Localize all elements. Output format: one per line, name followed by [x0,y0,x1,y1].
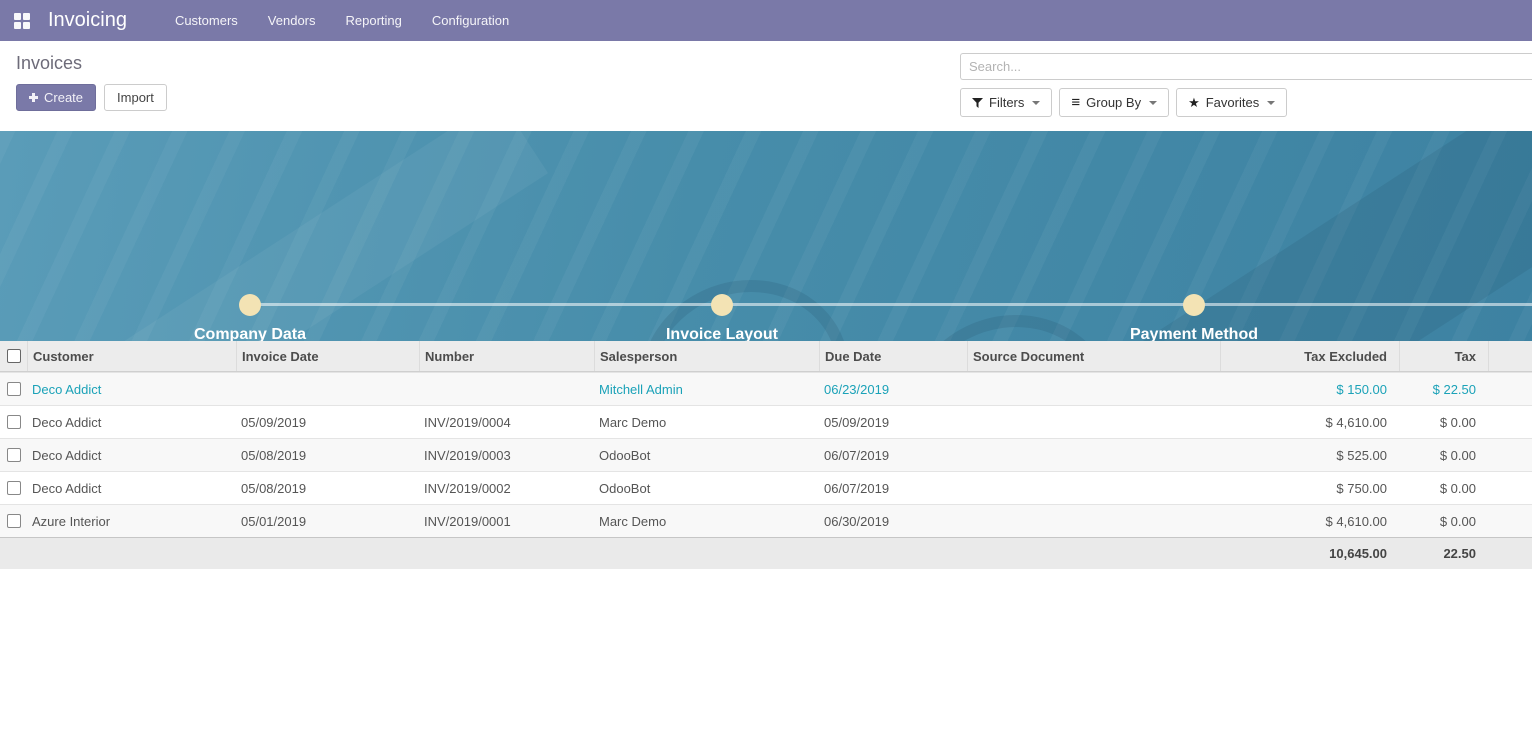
nav-item-reporting[interactable]: Reporting [346,13,402,28]
invoice-list: Customer Invoice Date Number Salesperson… [0,341,1532,569]
select-all-checkbox[interactable] [7,349,21,363]
step-dot [239,294,261,316]
invoice-row[interactable]: Azure Interior 05/01/2019 INV/2019/0001 … [0,504,1532,537]
invoice-row[interactable]: Deco Addict 05/08/2019 INV/2019/0003 Odo… [0,438,1532,471]
favorites-button[interactable]: ★ Favorites [1176,88,1287,117]
onboarding-step-company-data: Company Data Set your company's data for… [90,326,410,341]
cell-tax-excluded: $ 525.00 [1220,448,1399,463]
cell-number: INV/2019/0001 [419,514,594,529]
col-header-number[interactable]: Number [419,341,594,371]
row-checkbox[interactable] [7,448,21,462]
chevron-down-icon [1032,101,1040,105]
cell-invoice-date: 05/09/2019 [236,415,419,430]
cell-salesperson: Marc Demo [594,514,819,529]
control-panel: Invoices Create Import Filters ≡ Group B… [0,41,1532,131]
cell-tax: $ 0.00 [1399,481,1488,496]
onboarding-banner: Company Data Set your company's data for… [0,131,1532,341]
group-by-button[interactable]: ≡ Group By [1059,88,1169,117]
cell-tax-excluded: $ 150.00 [1220,382,1399,397]
cell-customer: Deco Addict [27,415,236,430]
cell-tax-excluded: $ 4,610.00 [1220,415,1399,430]
row-checkbox[interactable] [7,415,21,429]
cell-customer: Azure Interior [27,514,236,529]
total-tax: 22.50 [1399,546,1488,561]
step-dot [1183,294,1205,316]
top-navbar: Invoicing Customers Vendors Reporting Co… [0,0,1532,41]
row-checkbox[interactable] [7,514,21,528]
chevron-down-icon [1267,101,1275,105]
col-header-invoice-date[interactable]: Invoice Date [236,341,419,371]
cell-customer: Deco Addict [27,382,236,397]
cell-number: INV/2019/0004 [419,415,594,430]
cell-tax: $ 0.00 [1399,415,1488,430]
cell-number: INV/2019/0003 [419,448,594,463]
col-header-customer[interactable]: Customer [27,341,236,371]
cell-due-date: 05/09/2019 [819,415,967,430]
create-button[interactable]: Create [16,84,96,111]
cell-salesperson: OdooBot [594,481,819,496]
invoice-row[interactable]: Deco Addict Mitchell Admin 06/23/2019 $ … [0,372,1532,405]
col-header-salesperson[interactable]: Salesperson [594,341,819,371]
import-button[interactable]: Import [104,84,167,111]
invoice-row[interactable]: Deco Addict 05/08/2019 INV/2019/0002 Odo… [0,471,1532,504]
nav-item-configuration[interactable]: Configuration [432,13,509,28]
plus-icon [29,93,38,102]
cell-invoice-date: 05/08/2019 [236,481,419,496]
list-footer-row: 10,645.00 22.50 [0,537,1532,569]
filters-button[interactable]: Filters [960,88,1052,117]
cell-tax-excluded: $ 4,610.00 [1220,514,1399,529]
cell-number: INV/2019/0002 [419,481,594,496]
search-input[interactable] [960,53,1532,80]
group-by-icon: ≡ [1071,95,1080,110]
onboarding-step-payment-method: Payment Method Configure your payment me… [1034,326,1354,341]
onboarding-progress-line [250,303,1532,306]
row-checkbox[interactable] [7,382,21,396]
list-header-row: Customer Invoice Date Number Salesperson… [0,341,1532,372]
star-icon: ★ [1188,96,1200,109]
cell-due-date: 06/23/2019 [819,382,967,397]
row-checkbox[interactable] [7,481,21,495]
col-header-due-date[interactable]: Due Date [819,341,967,371]
cell-tax-excluded: $ 750.00 [1220,481,1399,496]
cell-due-date: 06/07/2019 [819,448,967,463]
invoice-row[interactable]: Deco Addict 05/09/2019 INV/2019/0004 Mar… [0,405,1532,438]
apps-grid-icon[interactable] [14,13,30,29]
app-brand[interactable]: Invoicing [48,9,127,32]
cell-invoice-date: 05/08/2019 [236,448,419,463]
step-dot [711,294,733,316]
search-zone: Filters ≡ Group By ★ Favorites [960,53,1532,117]
filter-funnel-icon [972,98,983,108]
chevron-down-icon [1149,101,1157,105]
nav-item-vendors[interactable]: Vendors [268,13,316,28]
nav-menu: Customers Vendors Reporting Configuratio… [175,13,509,28]
cell-tax: $ 0.00 [1399,448,1488,463]
cell-invoice-date: 05/01/2019 [236,514,419,529]
cell-salesperson: Marc Demo [594,415,819,430]
col-header-source-document[interactable]: Source Document [967,341,1220,371]
cell-salesperson: OdooBot [594,448,819,463]
col-header-tax[interactable]: Tax [1399,341,1488,371]
cell-due-date: 06/30/2019 [819,514,967,529]
total-tax-excluded: 10,645.00 [1220,546,1399,561]
cell-customer: Deco Addict [27,481,236,496]
cell-tax: $ 0.00 [1399,514,1488,529]
nav-item-customers[interactable]: Customers [175,13,238,28]
cell-due-date: 06/07/2019 [819,481,967,496]
cell-customer: Deco Addict [27,448,236,463]
onboarding-step-invoice-layout: Invoice Layout Customize the look of you… [562,326,882,341]
col-header-tax-excluded[interactable]: Tax Excluded [1220,341,1399,371]
cell-tax: $ 22.50 [1399,382,1488,397]
cell-salesperson: Mitchell Admin [594,382,819,397]
